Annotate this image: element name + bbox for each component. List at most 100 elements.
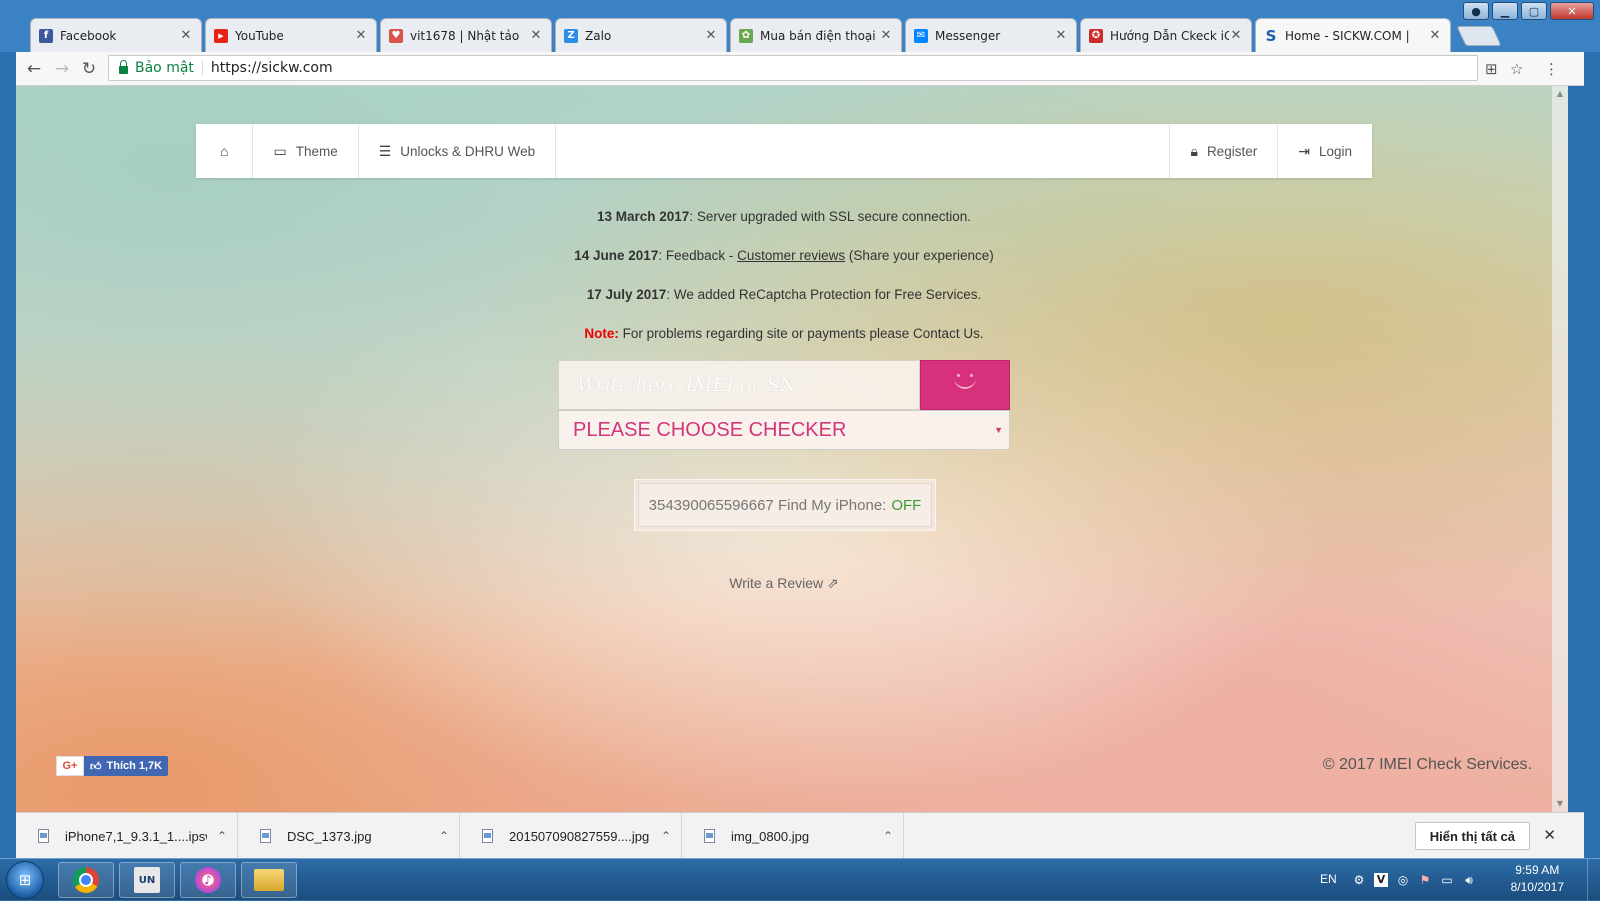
close-tab-icon[interactable]: ✕	[1428, 28, 1442, 43]
tab-youtube[interactable]: ▶ YouTube ✕	[205, 18, 377, 52]
download-item[interactable]: img_0800.jpg ⌃	[682, 813, 904, 859]
forward-arrow-icon[interactable]: →	[52, 59, 72, 79]
taskbar-chrome[interactable]	[58, 862, 114, 898]
note-line: Note: For problems regarding site or pay…	[16, 326, 1552, 341]
download-item[interactable]: iPhone7,1_9.3.1_1....ipsw ⌃	[16, 813, 238, 859]
write-review-label: Write a Review	[729, 575, 824, 591]
customer-reviews-link[interactable]: Customer reviews	[737, 248, 845, 263]
window-controls: ● ▁ ▢ ✕	[1460, 2, 1594, 20]
browser-toolbar: ← → ↻ Bảo mật https://sickw.com ⊞ ☆ ⋮	[16, 52, 1584, 86]
network-icon[interactable]: ▭	[1440, 873, 1454, 887]
download-item[interactable]: 201507090827559....jpg ⌃	[460, 813, 682, 859]
vietkey-icon[interactable]: V	[1374, 873, 1388, 887]
announcement-text: : Server upgraded with SSL secure connec…	[689, 209, 971, 224]
tab-title: Mua bán điện thoại d	[760, 28, 879, 43]
action-center-icon[interactable]: ⚑	[1418, 873, 1432, 887]
close-tab-icon[interactable]: ✕	[1229, 28, 1243, 43]
result-status: OFF	[891, 496, 922, 514]
close-tab-icon[interactable]: ✕	[1054, 28, 1068, 43]
reload-icon[interactable]: ↻	[79, 59, 99, 79]
close-tab-icon[interactable]: ✕	[879, 28, 893, 43]
submit-button[interactable]	[920, 360, 1010, 410]
chevron-up-icon[interactable]: ⌃	[873, 829, 903, 843]
tab-sickw[interactable]: S Home - SICKW.COM | ✕	[1255, 18, 1451, 52]
facebook-icon: f	[39, 28, 53, 43]
copyright-text: © 2017 IMEI Check Services.	[1322, 756, 1532, 773]
bookmark-star-icon[interactable]: ☆	[1510, 60, 1523, 78]
tab-huong-dan[interactable]: ✪ Hướng Dẫn Ckeck iClo ✕	[1080, 18, 1252, 52]
sign-in-icon: ⇥	[1298, 142, 1310, 159]
tab-messenger[interactable]: ✉ Messenger ✕	[905, 18, 1077, 52]
show-all-downloads-button[interactable]: Hiển thị tất cả	[1414, 822, 1530, 850]
scroll-up-icon[interactable]: ▲	[1552, 86, 1568, 102]
download-filename: DSC_1373.jpg	[287, 828, 372, 844]
back-arrow-icon[interactable]: ←	[24, 59, 44, 79]
tab-title: Zalo	[585, 28, 612, 43]
language-indicator[interactable]: EN	[1320, 872, 1337, 886]
nav-register[interactable]: 🔒︎ Register	[1170, 124, 1279, 178]
translate-icon[interactable]: ⊞	[1485, 60, 1498, 78]
new-tab-button[interactable]	[1456, 26, 1502, 46]
monitor-icon: ▭	[273, 142, 287, 159]
nav-register-label: Register	[1206, 143, 1258, 159]
tab-mua-ban[interactable]: ✿ Mua bán điện thoại d ✕	[730, 18, 902, 52]
nav-login[interactable]: ⇥ Login	[1278, 124, 1372, 178]
nav-theme[interactable]: ▭ Theme	[253, 124, 359, 178]
chevron-up-icon[interactable]: ⌃	[207, 829, 237, 843]
menu-dots-icon[interactable]: ⋮	[1544, 60, 1559, 78]
external-link-icon: ⇗	[827, 575, 839, 591]
result-imei: 354390065596667	[648, 496, 774, 514]
tab-facebook[interactable]: f Facebook ✕	[30, 18, 202, 52]
announcement-recaptcha: 17 July 2017: We added ReCaptcha Protect…	[16, 287, 1552, 302]
browser-tab-strip: f Facebook ✕ ▶ YouTube ✕ ♥ vit1678 | Nhậ…	[0, 0, 1600, 52]
lock-icon: 🔒︎	[1190, 142, 1198, 159]
google-plus-button[interactable]: G+	[56, 756, 84, 776]
announcement-date: 14 June 2017	[574, 248, 659, 263]
taskbar-explorer[interactable]	[241, 862, 297, 898]
social-buttons: G+ 👍︎ Thích 1,7K	[56, 756, 169, 776]
unikey-icon: UN	[134, 867, 160, 893]
download-item[interactable]: DSC_1373.jpg ⌃	[238, 813, 460, 859]
clock[interactable]: 9:59 AM 8/10/2017	[1511, 862, 1564, 896]
smile-icon	[954, 374, 976, 389]
start-button[interactable]: ⊞	[6, 861, 44, 899]
volume-icon[interactable]: 🔊︎	[1462, 873, 1476, 887]
google-plus-label: G+	[62, 760, 78, 772]
facebook-like-button[interactable]: 👍︎ Thích 1,7K	[84, 756, 169, 776]
close-tab-icon[interactable]: ✕	[704, 28, 718, 43]
close-tab-icon[interactable]: ✕	[354, 28, 368, 43]
nav-home[interactable]: ⌂	[196, 124, 254, 178]
show-desktop-button[interactable]	[1587, 859, 1600, 901]
taskbar-unikey[interactable]: UN	[119, 862, 175, 898]
close-tab-icon[interactable]: ✕	[529, 28, 543, 43]
close-window-button[interactable]: ✕	[1550, 2, 1594, 20]
thumbs-up-icon: 👍︎	[90, 760, 102, 773]
tab-zalo[interactable]: Z Zalo ✕	[555, 18, 727, 52]
network-app-icon[interactable]: ⚙	[1352, 873, 1366, 887]
url-text[interactable]: https://sickw.com	[203, 60, 333, 76]
write-review-link[interactable]: Write a Review ⇗	[16, 575, 1552, 592]
tab-vit1678[interactable]: ♥ vit1678 | Nhật tảo ✕	[380, 18, 552, 52]
result-label: Find My iPhone:	[777, 496, 887, 514]
messenger-icon: ✉	[914, 28, 928, 43]
taskbar-itunes[interactable]: ♪	[180, 862, 236, 898]
page-scrollbar[interactable]: ▲ ▼	[1552, 86, 1568, 812]
chevron-up-icon[interactable]: ⌃	[429, 829, 459, 843]
minimize-button[interactable]: ▁	[1492, 2, 1518, 20]
maximize-button[interactable]: ▢	[1521, 2, 1547, 20]
facebook-like-label: Thích 1,7K	[106, 760, 163, 772]
close-shelf-icon[interactable]: ✕	[1543, 826, 1556, 844]
scroll-down-icon[interactable]: ▼	[1552, 796, 1568, 812]
nav-unlocks[interactable]: ☰ Unlocks & DHRU Web	[359, 124, 557, 178]
update-icon[interactable]: ◎	[1396, 873, 1410, 887]
address-bar[interactable]: Bảo mật https://sickw.com	[108, 55, 1478, 81]
imei-input[interactable]	[558, 360, 920, 410]
close-tab-icon[interactable]: ✕	[179, 28, 193, 43]
file-icon	[38, 829, 49, 843]
download-filename: 201507090827559....jpg	[509, 828, 650, 844]
checker-select[interactable]: PLEASE CHOOSE CHECKER ▼	[558, 410, 1010, 450]
result-text: 354390065596667 Find My iPhone: OFF	[638, 483, 932, 527]
user-icon[interactable]: ●	[1463, 2, 1489, 20]
chevron-up-icon[interactable]: ⌃	[651, 829, 681, 843]
secure-indicator[interactable]: Bảo mật	[109, 60, 203, 76]
